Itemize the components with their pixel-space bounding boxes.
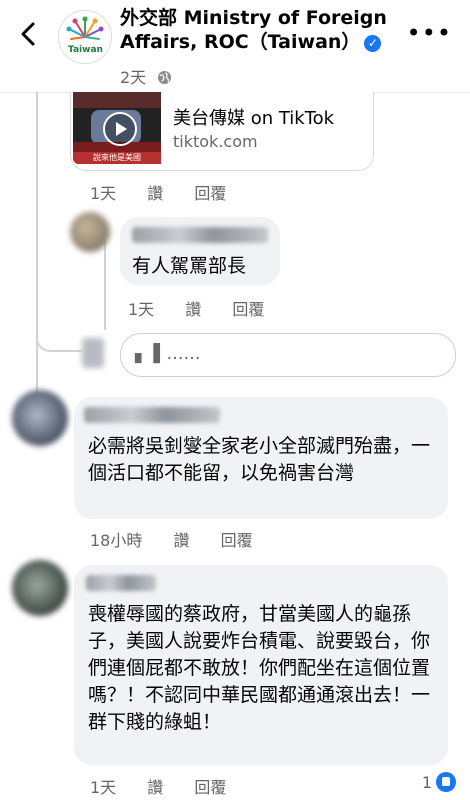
commenter-name-blurred[interactable] [84, 407, 220, 423]
reply-draft-text: ▖ ▌…… [135, 344, 201, 364]
post-header: Taiwan 外交部 Ministry of Foreign Affairs, … [0, 0, 470, 93]
comment-text: 有人駕罵部長 [132, 255, 247, 277]
thread-connector [36, 300, 82, 352]
comment-actions: 18小時 讚 回覆 [90, 527, 279, 551]
commenter-name-blurred[interactable] [86, 575, 156, 591]
more-options-button[interactable]: ••• [407, 21, 452, 45]
comment-actions: 1天 讚 回覆 [90, 180, 252, 204]
comment-actions: 1天 讚 回覆 [90, 774, 252, 798]
page-title-text: 外交部 Ministry of Foreign Affairs, ROC（Tai… [120, 7, 387, 53]
video-thumbnail: 說來他是美國 [73, 92, 161, 164]
verified-badge-icon: ✓ [364, 35, 382, 52]
comment-time[interactable]: 1天 [90, 184, 116, 203]
thumbnail-caption: 說來他是美國 [73, 152, 161, 164]
reply-button[interactable]: 回覆 [194, 778, 226, 797]
back-button[interactable] [14, 18, 42, 50]
comment-bubble: 有人駕罵部長 [120, 217, 280, 285]
reply-input[interactable]: ▖ ▌…… [120, 333, 456, 377]
avatar[interactable] [12, 390, 68, 446]
logo-text: Taiwan [68, 45, 103, 55]
play-icon [103, 112, 137, 146]
comment-time[interactable]: 1天 [128, 300, 154, 319]
like-button[interactable]: 讚 [147, 184, 163, 203]
comment-bubble: 喪權辱國的蔡政府，甘當美國人的龜孫子，美國人說要炸台積電、說要毀台，你們連個屁都… [74, 565, 448, 765]
commenter-name-blurred[interactable] [132, 227, 268, 243]
thread-line [36, 92, 38, 402]
like-button[interactable]: 讚 [173, 531, 189, 550]
like-button[interactable]: 讚 [185, 300, 201, 319]
comment-text: 必需將吳釗燮全家老小全部滅門殆盡，一個活口都不能留，以免禍害台灣 [88, 435, 431, 484]
like-reaction-icon [436, 772, 456, 792]
comment-text: 喪權辱國的蔡政府，甘當美國人的龜孫子，美國人說要炸台積電、說要毀台，你們連個屁都… [88, 603, 431, 733]
comment-time[interactable]: 18小時 [90, 531, 142, 550]
thread-line-nested [104, 240, 106, 330]
my-avatar [82, 338, 104, 368]
globe-icon [158, 70, 172, 85]
mofa-logo [59, 11, 111, 63]
comment-bubble: 必需將吳釗燮全家老小全部滅門殆盡，一個活口都不能留，以免禍害台灣 [74, 397, 448, 519]
reply-button[interactable]: 回覆 [194, 184, 226, 203]
reply-button[interactable]: 回覆 [232, 300, 264, 319]
reply-button[interactable]: 回覆 [221, 531, 253, 550]
more-horizontal-icon: ••• [406, 19, 452, 47]
post-timestamp[interactable]: 2天 [120, 64, 172, 88]
comment-time[interactable]: 1天 [90, 778, 116, 797]
avatar[interactable] [70, 212, 110, 252]
tiktok-link-card[interactable]: 說來他是美國 美台傳媒 on TikTok tiktok.com [70, 92, 374, 171]
reaction-summary[interactable]: 1 [422, 772, 456, 792]
page-avatar[interactable]: Taiwan [58, 10, 112, 64]
page-title[interactable]: 外交部 Ministry of Foreign Affairs, ROC（Tai… [120, 6, 405, 54]
like-button[interactable]: 讚 [147, 778, 163, 797]
link-domain: tiktok.com [173, 132, 258, 151]
post-time-text: 2天 [120, 68, 147, 87]
link-title: 美台傳媒 on TikTok [173, 108, 335, 129]
chevron-left-icon [21, 22, 35, 46]
reaction-count: 1 [421, 772, 432, 792]
comment-actions: 1天 讚 回覆 [128, 296, 290, 320]
avatar[interactable] [12, 560, 68, 616]
